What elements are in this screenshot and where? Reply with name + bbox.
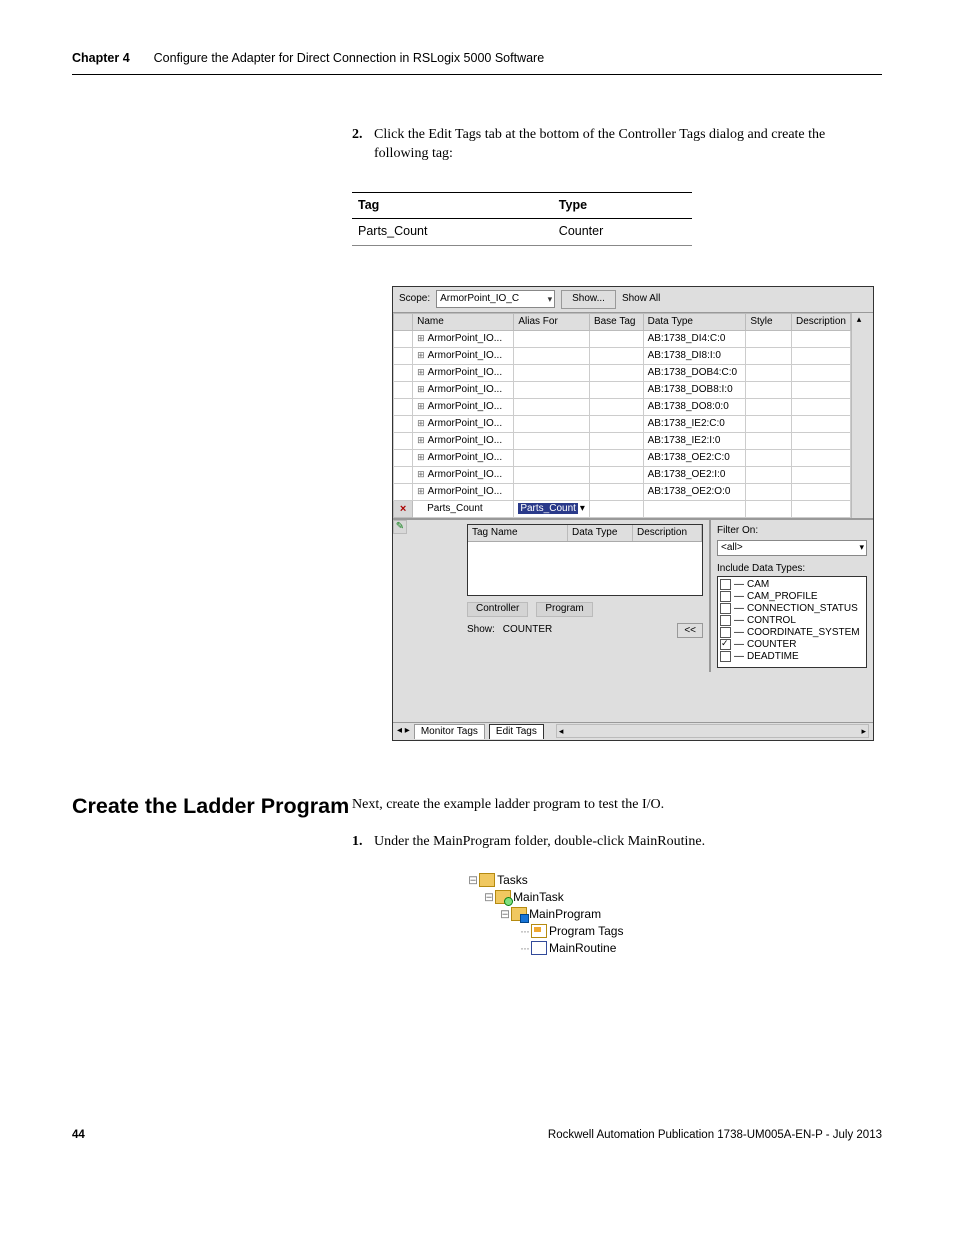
controller-scope-button[interactable]: Controller <box>467 602 528 617</box>
chapter-label: Chapter 4 <box>72 50 130 68</box>
table-row: ⊞ArmorPoint_IO...AB:1738_OE2:I:0 <box>394 466 851 483</box>
folder-icon <box>479 873 495 887</box>
step-number: 2. <box>352 125 374 164</box>
tabs-bar: ◂ ▸ Monitor Tags Edit Tags <box>393 722 873 740</box>
tag-grid: Name Alias For Base Tag Data Type Style … <box>393 313 873 518</box>
alias-for-cell[interactable]: Parts_Count▾ <box>514 500 590 517</box>
table-row: ⊞ArmorPoint_IO...AB:1738_DI4:C:0 <box>394 330 851 347</box>
chapter-title: Configure the Adapter for Direct Connect… <box>154 50 545 68</box>
program-scope-button[interactable]: Program <box>536 602 592 617</box>
checkbox[interactable] <box>720 603 731 614</box>
step-2-block: 2. Click the Edit Tags tab at the bottom… <box>352 125 882 246</box>
filter-dropdown[interactable]: <all> <box>717 540 867 556</box>
table-row: ⊞ArmorPoint_IO...AB:1738_DOB8:I:0 <box>394 381 851 398</box>
table-row: ⊞ArmorPoint_IO...AB:1738_DOB4:C:0 <box>394 364 851 381</box>
show-button[interactable]: Show... <box>561 290 616 309</box>
checkbox[interactable] <box>720 591 731 602</box>
th-type: Type <box>553 192 692 219</box>
nav-arrows[interactable]: ◂ ▸ <box>397 724 410 738</box>
scope-dropdown[interactable]: ArmorPoint_IO_C <box>436 290 555 308</box>
scope-toolbar: Scope: ArmorPoint_IO_C Show... Show All <box>393 287 873 313</box>
checkbox[interactable] <box>720 615 731 626</box>
table-row: ⊞ArmorPoint_IO...AB:1738_DO8:0:0 <box>394 398 851 415</box>
page-footer: 44 Rockwell Automation Publication 1738-… <box>72 1127 882 1143</box>
lower-pane: ✎ Tag Name Data Type Description Control… <box>393 518 873 672</box>
col-datatype[interactable]: Data Type <box>643 313 746 330</box>
table-row: ⊞ArmorPoint_IO...AB:1738_OE2:O:0 <box>394 483 851 500</box>
table-row: ⊞ArmorPoint_IO...AB:1738_IE2:C:0 <box>394 415 851 432</box>
col-alias[interactable]: Alias For <box>514 313 590 330</box>
td-type: Counter <box>553 219 692 246</box>
tab-monitor-tags[interactable]: Monitor Tags <box>414 724 485 739</box>
close-icon[interactable]: × <box>394 500 413 517</box>
table-row: ⊞ArmorPoint_IO...AB:1738_DI8:I:0 <box>394 347 851 364</box>
page-number: 44 <box>72 1127 85 1143</box>
table-row-parts: × Parts_Count Parts_Count▾ <box>394 500 851 517</box>
col-basetag[interactable]: Base Tag <box>589 313 643 330</box>
th-tag: Tag <box>352 192 553 219</box>
collapse-button[interactable]: << <box>677 623 703 638</box>
task-icon <box>495 890 511 904</box>
checkbox[interactable] <box>720 627 731 638</box>
col-style[interactable]: Style <box>746 313 792 330</box>
description-header: Description <box>633 525 702 541</box>
routine-icon <box>531 941 547 955</box>
horizontal-scrollbar[interactable] <box>556 724 869 738</box>
controller-tags-screenshot: Scope: ArmorPoint_IO_C Show... Show All … <box>392 286 874 741</box>
section-title: Create the Ladder Program <box>72 791 352 821</box>
table-row: ⊞ArmorPoint_IO...AB:1738_OE2:C:0 <box>394 449 851 466</box>
datatype-tree[interactable]: —CAM —CAM_PROFILE —CONNECTION_STATUS —CO… <box>717 576 867 668</box>
checkbox[interactable] <box>720 651 731 662</box>
tags-icon <box>531 924 547 938</box>
filter-on-label: Filter On: <box>717 524 867 538</box>
include-datatypes-label: Include Data Types: <box>717 562 867 576</box>
table-row: ⊞ArmorPoint_IO...AB:1738_IE2:I:0 <box>394 432 851 449</box>
tab-edit-tags[interactable]: Edit Tags <box>489 724 544 739</box>
publication-info: Rockwell Automation Publication 1738-UM0… <box>548 1127 882 1143</box>
datatype-header: Data Type <box>568 525 633 541</box>
step-text: Click the Edit Tags tab at the bottom of… <box>374 125 882 164</box>
col-name[interactable]: Name <box>413 313 514 330</box>
scope-label: Scope: <box>399 292 430 306</box>
create-ladder-section: Create the Ladder Program Next, create t… <box>72 791 882 957</box>
col-desc[interactable]: Description <box>791 313 850 330</box>
edit-icon: ✎ <box>393 520 407 534</box>
show-all-label: Show All <box>622 292 660 306</box>
checkbox-checked[interactable] <box>720 639 731 650</box>
tag-browser[interactable]: Tag Name Data Type Description <box>467 524 703 596</box>
tagname-header: Tag Name <box>468 525 568 541</box>
page-header: Chapter 4 Configure the Adapter for Dire… <box>72 50 882 75</box>
td-tag: Parts_Count <box>352 219 553 246</box>
program-icon <box>511 907 527 921</box>
vertical-scrollbar[interactable]: ▴ <box>851 313 866 518</box>
step-text: Under the MainProgram folder, double-cli… <box>374 832 705 852</box>
section-intro: Next, create the example ladder program … <box>352 795 882 815</box>
scroll-up-icon[interactable]: ▴ <box>852 313 866 325</box>
tag-type-table: Tag Type Parts_Count Counter <box>352 192 692 246</box>
show-value: COUNTER <box>503 623 552 637</box>
checkbox[interactable] <box>720 579 731 590</box>
project-tree-figure: ⊟Tasks ⊟MainTask ⊟MainProgram ···Program… <box>468 872 658 957</box>
step-number: 1. <box>352 832 374 852</box>
show-label: Show: <box>467 623 495 637</box>
